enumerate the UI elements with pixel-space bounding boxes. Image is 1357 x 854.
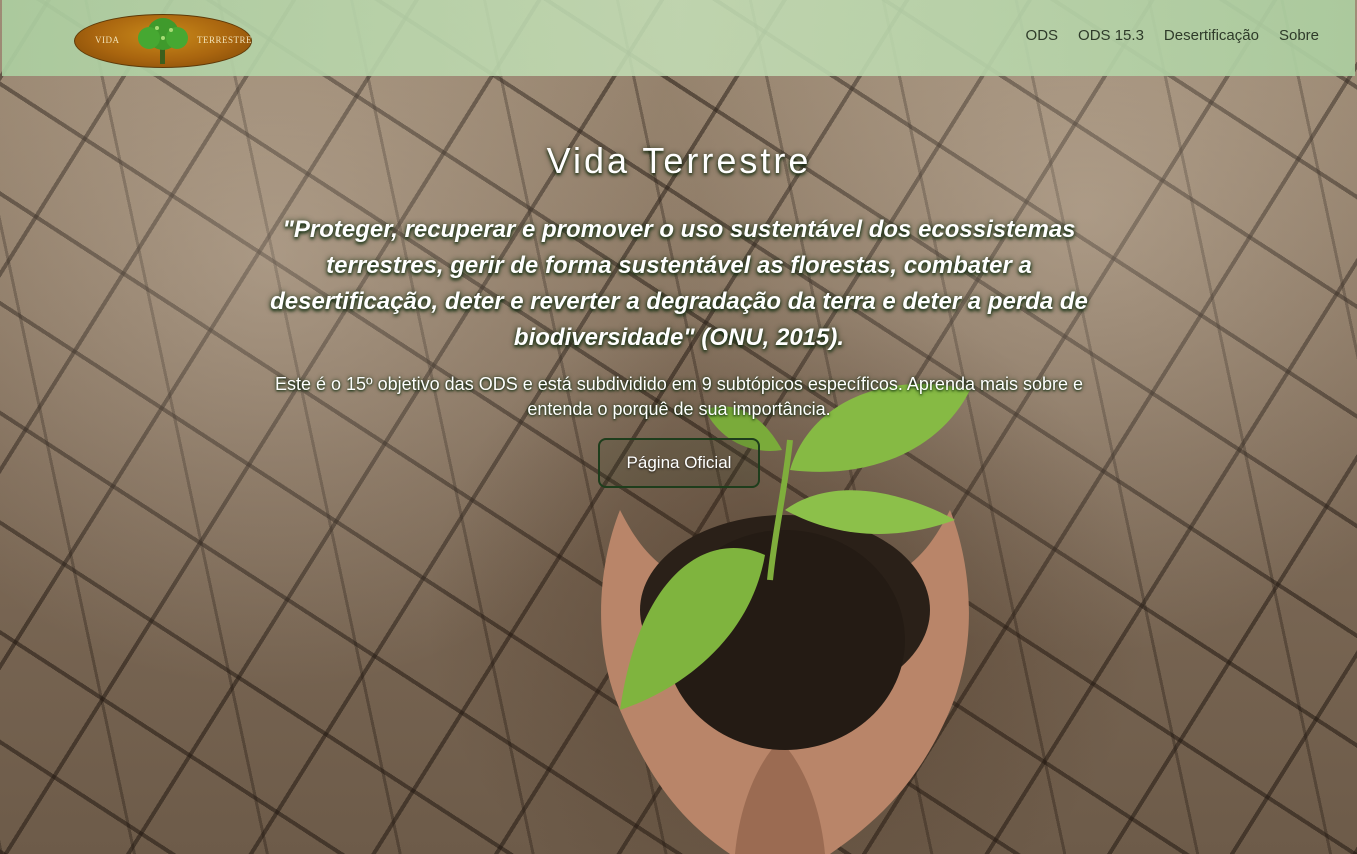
hero-quote: "Proteger, recuperar e promover o uso su… (270, 216, 1088, 351)
nav-menu: ODS ODS 15.3 Desertificação Sobre (1026, 27, 1319, 44)
hero-description: Este é o 15º objetivo das ODS e está sub… (274, 374, 1084, 419)
nav-link-ods-15-3[interactable]: ODS 15.3 (1078, 27, 1144, 44)
hero-title: Vida Terrestre (546, 140, 812, 181)
site-logo[interactable]: VIDA TERRESTRE (74, 14, 252, 68)
hero-content: Vida Terrestre "Proteger, recuperar e pr… (270, 140, 1088, 422)
official-page-button[interactable]: Página Oficial (598, 438, 760, 488)
navbar: VIDA TERRESTRE ODS ODS 15.3 Desertificaç… (2, 0, 1355, 76)
logo-text-terrestre: TERRESTRE (197, 35, 253, 45)
hero-background (0, 0, 1357, 854)
nav-link-sobre[interactable]: Sobre (1279, 27, 1319, 44)
nav-link-desertificacao[interactable]: Desertificação (1164, 27, 1259, 44)
logo-text-vida: VIDA (95, 35, 120, 45)
nav-link-ods[interactable]: ODS (1026, 27, 1059, 44)
tree-icon (138, 18, 188, 64)
